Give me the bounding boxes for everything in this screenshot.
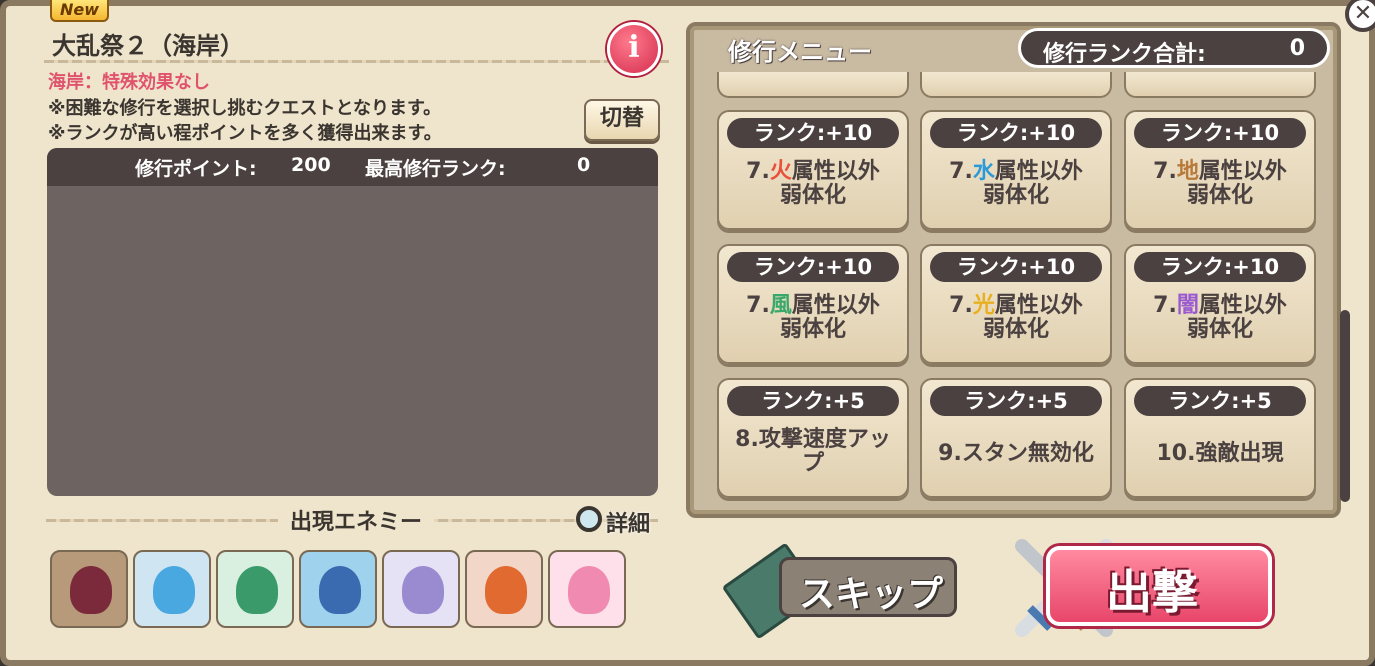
detail-label: 詳細 xyxy=(606,512,651,537)
option-name: 7.地属性以外 弱体化 xyxy=(1153,159,1287,208)
enemy-section-title: 出現エネミー xyxy=(278,504,435,536)
enemy-portrait xyxy=(236,566,278,614)
info-button[interactable]: i xyxy=(607,22,661,76)
training-option-card[interactable]: ランク:+5 9.スタン無効化 xyxy=(920,378,1112,498)
rank-badge: ランク:+10 xyxy=(727,118,899,148)
training-option-card[interactable]: ランク:+10 7.火属性以外 弱体化 xyxy=(717,110,909,230)
skip-button[interactable]: スキップ xyxy=(721,542,958,640)
element-label: 闇 xyxy=(1176,293,1199,318)
training-menu-title: 修行メニュー xyxy=(728,38,872,66)
switch-button[interactable]: 切替 xyxy=(584,99,660,141)
orange-hair-girl-enemy-icon[interactable] xyxy=(465,550,543,628)
option-name: 10.強敵出現 xyxy=(1156,441,1284,466)
element-label: 地 xyxy=(1176,159,1199,184)
option-name: 9.スタン無効化 xyxy=(938,441,1094,466)
option-name: 8.攻撃速度アップ xyxy=(735,427,891,476)
rank-total-label: 修行ランク合計: xyxy=(1043,42,1206,67)
option-name: 7.水属性以外 弱体化 xyxy=(949,159,1083,208)
menu-card-partial[interactable] xyxy=(717,72,909,98)
rank-badge: ランク:+5 xyxy=(727,386,899,416)
quest-note-1: ※困難な修行を選択し挑むクエストとなります。 xyxy=(48,98,442,119)
training-option-card[interactable]: ランク:+10 7.地属性以外 弱体化 xyxy=(1124,110,1316,230)
trident-warrior-enemy-icon[interactable] xyxy=(216,550,294,628)
enemy-portrait xyxy=(319,566,361,614)
pink-hair-girl-enemy-icon[interactable] xyxy=(548,550,626,628)
element-label: 火 xyxy=(769,159,792,184)
rank-badge: ランク:+10 xyxy=(930,252,1102,282)
stage-effect: 海岸：特殊効果なし xyxy=(48,72,210,93)
enemy-portrait xyxy=(485,566,527,614)
rank-total-badge: 修行ランク合計: 0 xyxy=(1018,28,1330,68)
skip-label: スキップ xyxy=(799,574,944,615)
option-name: 7.火属性以外 弱体化 xyxy=(746,159,880,208)
option-name: 7.光属性以外 弱体化 xyxy=(949,293,1083,342)
training-option-card[interactable]: ランク:+10 7.水属性以外 弱体化 xyxy=(920,110,1112,230)
option-name: 7.風属性以外 弱体化 xyxy=(746,293,880,342)
rank-badge: ランク:+10 xyxy=(727,252,899,282)
enemy-portrait xyxy=(153,566,195,614)
rank-badge: ランク:+5 xyxy=(930,386,1102,416)
max-rank-label: 最高修行ランク: xyxy=(365,158,506,180)
training-option-card[interactable]: ランク:+5 8.攻撃速度アップ xyxy=(717,378,909,498)
enemy-portrait xyxy=(402,566,444,614)
menu-scrollbar[interactable] xyxy=(1340,310,1350,502)
water-slime-enemy-icon[interactable] xyxy=(133,550,211,628)
element-label: 光 xyxy=(972,293,995,318)
option-name: 7.闇属性以外 弱体化 xyxy=(1153,293,1287,342)
training-option-card[interactable]: ランク:+5 10.強敵出現 xyxy=(1124,378,1316,498)
training-points-label: 修行ポイント: xyxy=(135,158,257,180)
sortie-label: 出撃 xyxy=(1106,565,1198,619)
rank-badge: ランク:+10 xyxy=(930,118,1102,148)
quest-note-2: ※ランクが高い程ポイントを多く獲得出来ます。 xyxy=(48,123,442,144)
rank-badge: ランク:+10 xyxy=(1134,118,1306,148)
training-points-value: 200 xyxy=(291,154,331,176)
training-option-card[interactable]: ランク:+10 7.光属性以外 弱体化 xyxy=(920,244,1112,364)
enemy-portrait xyxy=(70,566,112,614)
points-bar: 修行ポイント: 200 最高修行ランク: 0 xyxy=(47,148,658,186)
new-badge: New xyxy=(50,0,110,22)
quest-title: 大乱祭２（海岸） xyxy=(52,32,244,60)
rank-badge: ランク:+10 xyxy=(1134,252,1306,282)
enemy-section-header: 出現エネミー xyxy=(46,504,658,536)
sortie-button[interactable]: 出撃 xyxy=(1010,538,1272,638)
blue-hair-girl-enemy-icon[interactable] xyxy=(299,550,377,628)
training-points-panel: 修行ポイント: 200 最高修行ランク: 0 xyxy=(47,148,658,496)
training-option-card[interactable]: ランク:+10 7.闇属性以外 弱体化 xyxy=(1124,244,1316,364)
magnifier-icon xyxy=(576,506,602,532)
tentacle-enemy-icon[interactable] xyxy=(50,550,128,628)
title-divider xyxy=(44,60,669,63)
rank-badge: ランク:+5 xyxy=(1134,386,1306,416)
enemy-portrait xyxy=(568,566,610,614)
white-hair-girl-enemy-icon[interactable] xyxy=(382,550,460,628)
menu-card-partial[interactable] xyxy=(920,72,1112,98)
rank-total-value: 0 xyxy=(1289,36,1305,61)
menu-card-partial[interactable] xyxy=(1124,72,1316,98)
training-option-card[interactable]: ランク:+10 7.風属性以外 弱体化 xyxy=(717,244,909,364)
max-rank-value: 0 xyxy=(577,154,591,176)
enemy-detail-button[interactable]: 詳細 xyxy=(576,504,660,540)
element-label: 水 xyxy=(972,159,995,184)
element-label: 風 xyxy=(769,293,792,318)
